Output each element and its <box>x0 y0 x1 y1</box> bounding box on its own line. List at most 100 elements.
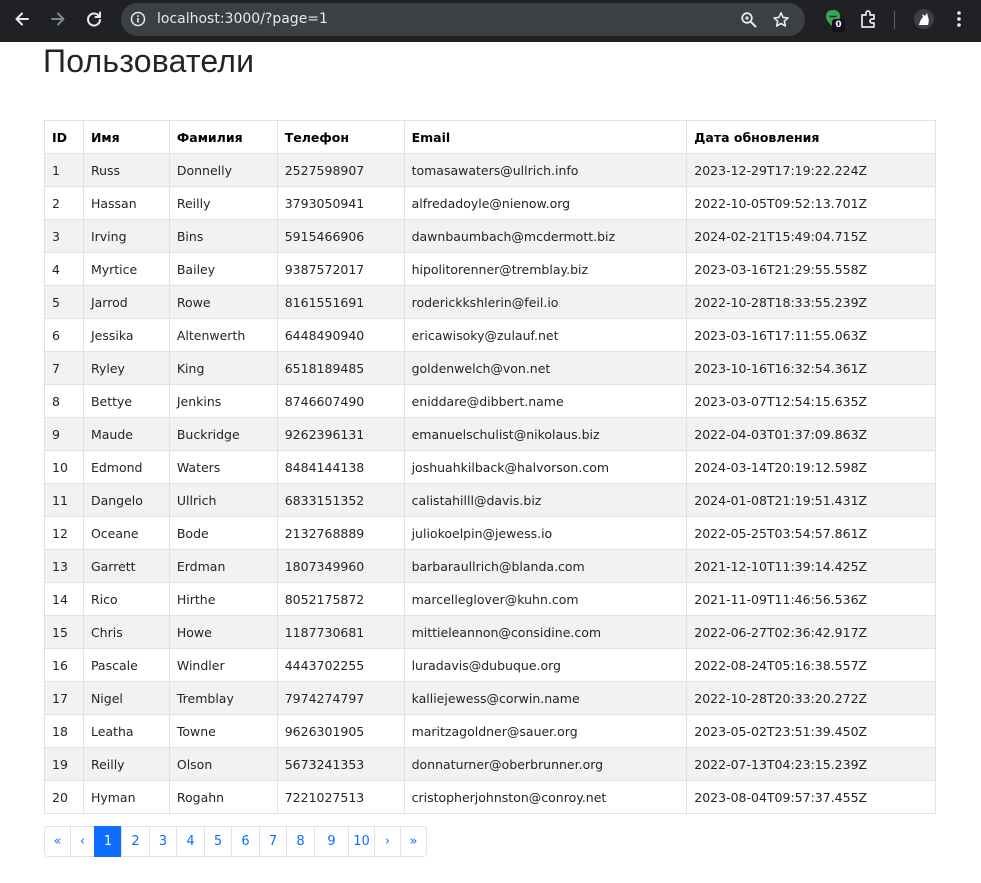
cell-updated-at: 2024-03-14T20:19:12.598Z <box>686 450 936 484</box>
next-page-button[interactable]: › <box>374 826 401 857</box>
page-button-5[interactable]: 5 <box>204 826 232 857</box>
cell-last-name: Erdman <box>168 549 278 583</box>
kebab-menu-icon[interactable] <box>948 8 970 30</box>
profile-icon[interactable] <box>913 8 935 30</box>
cell-email: alfredadoyle@nienow.org <box>403 186 688 220</box>
column-header-email: Email <box>403 120 688 154</box>
cell-last-name: Olson <box>168 747 278 781</box>
cell-email: tomasawaters@ullrich.info <box>403 153 688 187</box>
cell-phone: 5673241353 <box>276 747 405 781</box>
cell-id: 4 <box>44 252 84 286</box>
cell-updated-at: 2023-03-16T17:11:55.063Z <box>686 318 936 352</box>
cell-first-name: Hyman <box>82 780 170 814</box>
page-button-2[interactable]: 2 <box>121 826 150 857</box>
cell-email: maritzagoldner@sauer.org <box>403 714 688 748</box>
arrow-right-icon <box>51 12 65 26</box>
cell-updated-at: 2023-05-02T23:51:39.450Z <box>686 714 936 748</box>
table-row: 20 Hyman Rogahn 7221027513 cristopherjohnsto… <box>44 780 936 814</box>
first-page-button[interactable]: « <box>44 826 71 857</box>
cell-first-name: Bettye <box>82 384 170 418</box>
forward-button[interactable] <box>46 7 70 31</box>
cell-id: 10 <box>44 450 84 484</box>
cell-id: 6 <box>44 318 84 352</box>
url-text[interactable]: localhost:3000/?page=1 <box>157 11 328 27</box>
puzzle-icon[interactable] <box>858 8 880 30</box>
cell-email: luradavis@dubuque.org <box>403 648 688 682</box>
column-header-last-name: Фамилия <box>168 120 278 154</box>
arrow-left-icon <box>15 12 29 26</box>
users-table: ID Имя Фамилия Телефон Email Дата обновления … <box>44 120 936 814</box>
cell-phone: 1187730681 <box>276 615 405 649</box>
page-button-4[interactable]: 4 <box>176 826 205 857</box>
cell-phone: 8484144138 <box>276 450 405 484</box>
table-row: 15 Chris Howe 1187730681 mittieleannon@consi… <box>44 615 936 649</box>
cell-email: roderickkshlerin@feil.io <box>403 285 688 319</box>
cell-updated-at: 2023-12-29T17:19:22.224Z <box>686 153 936 187</box>
cell-last-name: Waters <box>168 450 278 484</box>
cell-last-name: Rogahn <box>168 780 278 814</box>
cell-last-name: Reilly <box>168 186 278 220</box>
cell-phone: 8161551691 <box>276 285 405 319</box>
address-bar[interactable]: localhost:3000/?page=1 <box>121 3 805 36</box>
table-row: 8 Bettye Jenkins 8746607490 eniddare@dibbert… <box>44 384 936 418</box>
table-row: 14 Rico Hirthe 8052175872 marcelleglover@kuh… <box>44 582 936 616</box>
page-button-6[interactable]: 6 <box>231 826 260 857</box>
cell-id: 14 <box>44 582 84 616</box>
cell-id: 15 <box>44 615 84 649</box>
site-info-icon[interactable] <box>130 11 146 27</box>
page-button-8[interactable]: 8 <box>286 826 315 857</box>
cell-last-name: Bins <box>168 219 278 253</box>
table-row: 10 Edmond Waters 8484144138 joshuahkilback@h… <box>44 450 936 484</box>
page-button-3[interactable]: 3 <box>149 826 177 857</box>
cell-phone: 8052175872 <box>276 582 405 616</box>
page-button-10[interactable]: 10 <box>348 826 375 857</box>
cell-updated-at: 2022-10-05T09:52:13.701Z <box>686 186 936 220</box>
cell-id: 2 <box>44 186 84 220</box>
back-button[interactable] <box>10 7 34 31</box>
cell-phone: 7221027513 <box>276 780 405 814</box>
table-row: 5 Jarrod Rowe 8161551691 roderickkshlerin@fe… <box>44 285 936 319</box>
cell-last-name: Ullrich <box>168 483 278 517</box>
table-row: 6 Jessika Altenwerth 6448490940 ericawisoky@… <box>44 318 936 352</box>
reload-button[interactable] <box>82 7 106 31</box>
column-header-phone: Телефон <box>276 120 405 154</box>
table-row: 9 Maude Buckridge 9262396131 emanuelschulist… <box>44 417 936 451</box>
cell-first-name: Leatha <box>82 714 170 748</box>
cell-email: marcelleglover@kuhn.com <box>403 582 688 616</box>
browser-toolbar: localhost:3000/?page=1 0 <box>0 0 981 42</box>
cell-last-name: Windler <box>168 648 278 682</box>
cell-updated-at: 2023-03-16T21:29:55.558Z <box>686 252 936 286</box>
cell-id: 18 <box>44 714 84 748</box>
table-row: 12 Oceane Bode 2132768889 juliokoelpin@jewes… <box>44 516 936 550</box>
table-row: 17 Nigel Tremblay 7974274797 kalliejewess@co… <box>44 681 936 715</box>
table-row: 18 Leatha Towne 9626301905 maritzagoldner@sa… <box>44 714 936 748</box>
cell-email: kalliejewess@corwin.name <box>403 681 688 715</box>
table-header-row: ID Имя Фамилия Телефон Email Дата обновления <box>44 120 936 154</box>
table-body: 1 Russ Donnelly 2527598907 tomasawaters@ullr… <box>44 153 936 814</box>
cell-last-name: Howe <box>168 615 278 649</box>
cell-first-name: Rico <box>82 582 170 616</box>
extension-badge: 0 <box>832 19 845 32</box>
page-button-1[interactable]: 1 <box>94 826 122 857</box>
star-icon[interactable] <box>772 11 790 29</box>
table-row: 11 Dangelo Ullrich 6833151352 calistahilll@d… <box>44 483 936 517</box>
cell-email: hipolitorenner@tremblay.biz <box>403 252 688 286</box>
last-page-button[interactable]: » <box>400 826 427 857</box>
table-row: 7 Ryley King 6518189485 goldenwelch@von.net 2… <box>44 351 936 385</box>
cell-id: 20 <box>44 780 84 814</box>
cell-last-name: Bailey <box>168 252 278 286</box>
cell-id: 9 <box>44 417 84 451</box>
previous-page-button[interactable]: ‹ <box>70 826 95 857</box>
page-button-9[interactable]: 9 <box>314 826 349 857</box>
cell-first-name: Reilly <box>82 747 170 781</box>
cell-email: barbaraullrich@blanda.com <box>403 549 688 583</box>
cell-phone: 2132768889 <box>276 516 405 550</box>
cell-updated-at: 2022-06-27T02:36:42.917Z <box>686 615 936 649</box>
cell-phone: 3793050941 <box>276 186 405 220</box>
table-row: 2 Hassan Reilly 3793050941 alfredadoyle@nien… <box>44 186 936 220</box>
cell-id: 13 <box>44 549 84 583</box>
zoom-icon[interactable] <box>740 11 758 29</box>
cell-phone: 2527598907 <box>276 153 405 187</box>
page-button-7[interactable]: 7 <box>259 826 287 857</box>
cell-email: cristopherjohnston@conroy.net <box>403 780 688 814</box>
